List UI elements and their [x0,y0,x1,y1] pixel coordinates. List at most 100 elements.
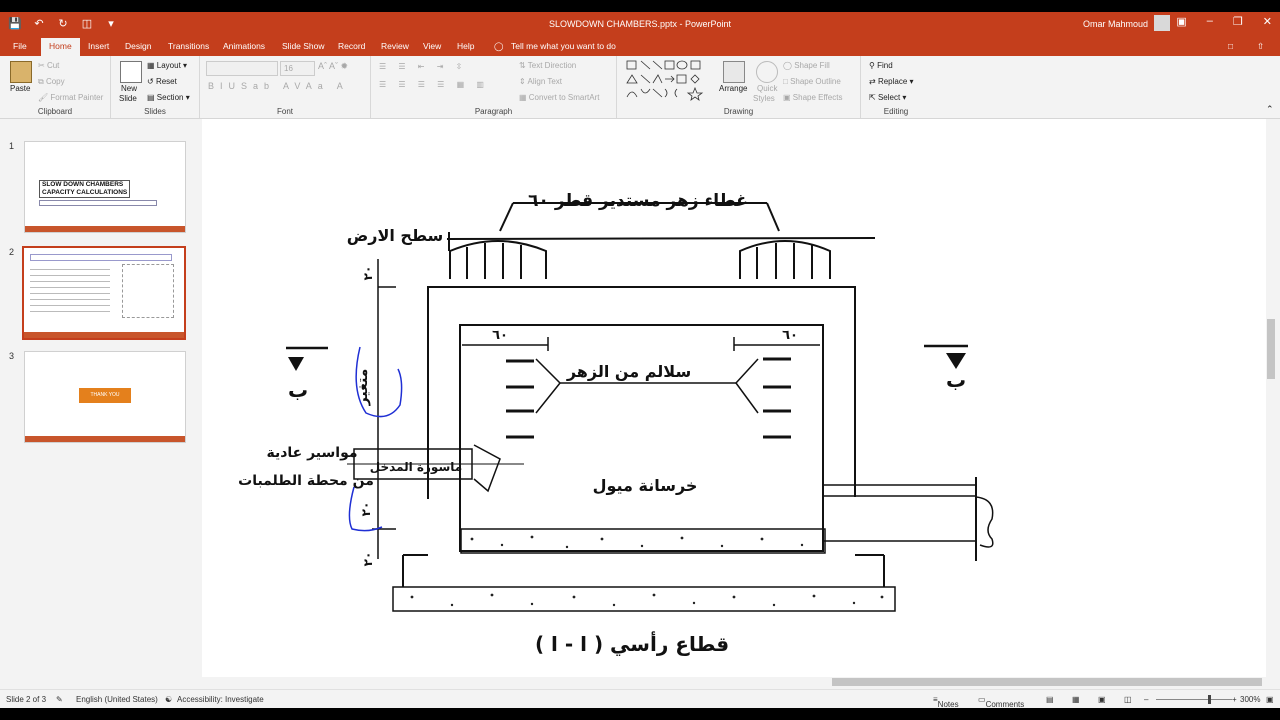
paste-icon[interactable] [10,61,32,83]
close-icon[interactable]: ✕ [1263,15,1272,28]
tab-slide-show[interactable]: Slide Show [282,41,325,51]
minimize-icon[interactable]: – [1207,15,1213,28]
label-dim-bottom: ٢٠ [361,552,375,567]
clipboard-label: Clipboard [37,107,73,116]
format-painter-button[interactable]: 🖌 Format Painter [38,93,103,102]
tab-home[interactable]: Home [41,38,80,57]
align-text-label: Align Text [527,77,563,86]
slide-thumbnail-2[interactable] [22,246,186,340]
shape-fill-button[interactable]: ◯ Shape Fill [783,61,830,70]
tell-me-search[interactable]: Tell me what you want to do [511,41,616,51]
tab-animations[interactable]: Animations [223,41,265,51]
tab-insert[interactable]: Insert [88,41,109,51]
label-concrete: خرسانة ميول [593,476,698,495]
font-size-box[interactable]: 16 [280,61,315,76]
shape-effects-label: Shape Effects [792,93,843,102]
arrange-icon[interactable] [723,61,745,83]
cut-label: Cut [46,61,60,70]
comments-button[interactable]: ▭ Comments [978,695,1024,708]
align-text-button[interactable]: ⇕ Align Text [519,77,562,86]
clipboard-group: Paste ✂ Cut ⧉ Copy 🖌 Format Painter Clip… [0,56,111,118]
tab-record[interactable]: Record [338,41,365,51]
slide-counter: Slide 2 of 3 [6,695,47,704]
avatar[interactable] [1154,15,1170,31]
normal-view-icon[interactable]: ▤ [1046,695,1054,704]
font-grow-icon[interactable]: Aˆ Aˇ ✹ [318,61,348,72]
font-name-box[interactable] [206,61,278,76]
font-style-buttons[interactable]: BIUSab AVAa A [208,81,349,91]
title-bar: 💾 ↶ ↻ ◫ ▾ SLOWDOWN CHAMBERS.pptx - Power… [0,12,1280,36]
select-button[interactable]: ⇱ Select ▾ [869,93,906,102]
new-slide-button-2[interactable]: Slide [119,94,137,103]
user-name[interactable]: Omar Mahmoud [1083,19,1148,29]
section-arrow-left [288,357,304,371]
quick-styles-icon[interactable] [756,61,778,83]
quick-styles-button-2[interactable]: Styles [753,94,775,103]
vertical-scrollbar[interactable] [1266,119,1276,667]
label-dim-right: ٦٠ [782,328,798,343]
base-slab [392,586,896,612]
horizontal-scrollbar[interactable] [202,677,1266,687]
label-cover: غطاء زهر مستدير قطر ٦٠ [528,191,748,211]
find-button[interactable]: ⚲ Find [869,61,893,70]
find-label: Find [877,61,893,70]
language-indicator[interactable]: English (United States) [76,695,158,704]
tab-design[interactable]: Design [125,41,151,51]
format-painter-label: Format Painter [50,93,104,102]
vertical-scroll-thumb[interactable] [1267,319,1275,379]
tab-review[interactable]: Review [381,41,409,51]
slideshow-view-icon[interactable]: ◫ [1124,695,1132,704]
tab-view[interactable]: View [423,41,441,51]
new-slide-button[interactable]: New [121,84,137,93]
layout-button[interactable]: ▦ Layout ▾ [147,61,187,70]
restore-icon[interactable]: ❐ [1233,15,1243,28]
horizontal-scroll-thumb[interactable] [832,678,1262,686]
spelling-icon[interactable]: ✎ [56,695,63,704]
zoom-slider-handle[interactable] [1208,695,1211,704]
quick-styles-button[interactable]: Quick [757,84,777,93]
comments-icon[interactable]: □ [1228,41,1233,51]
ribbon-display-icon[interactable]: ▣ [1176,15,1186,28]
shape-outline-button[interactable]: □ Shape Outline [783,77,841,86]
align-buttons[interactable]: ☰ ☰ ☰ ☰ ▦ ▥ [379,80,489,89]
copy-button[interactable]: ⧉ Copy [38,77,65,87]
zoom-in-icon[interactable]: + [1232,695,1237,704]
text-direction-button[interactable]: ⇅ Text Direction [519,61,576,70]
shape-effects-button[interactable]: ▣ Shape Effects [783,93,842,102]
slide-thumbnail-1[interactable]: SLOW DOWN CHAMBERS CAPACITY CALCULATIONS [24,141,186,233]
notes-button[interactable]: ≡ Notes [933,695,959,708]
reading-view-icon[interactable]: ▣ [1098,695,1106,704]
shapes-gallery[interactable] [625,59,713,101]
zoom-slider[interactable] [1156,699,1232,700]
tab-file[interactable]: File [13,41,27,51]
new-slide-icon[interactable] [120,61,142,83]
arrange-button[interactable]: Arrange [719,84,747,93]
fit-to-window-icon[interactable]: ▣ [1266,695,1274,704]
section-button[interactable]: ▤ Section ▾ [147,93,190,102]
accessibility-status[interactable]: Accessibility: Investigate [177,695,264,704]
manhole-right [739,240,831,279]
convert-smartart-button[interactable]: ▦ Convert to SmartArt [519,93,599,102]
slide-thumbnail-3[interactable]: THANK YOU [24,351,186,443]
outer-wall [427,286,856,499]
slide-canvas[interactable]: غطاء زهر مستدير قطر ٦٠ سطح الارض سلالم م… [202,119,1266,687]
reset-button[interactable]: ↺ Reset [147,77,177,86]
tab-help[interactable]: Help [457,41,474,51]
powerpoint-window: 💾 ↶ ↻ ◫ ▾ SLOWDOWN CHAMBERS.pptx - Power… [0,12,1280,708]
zoom-out-icon[interactable]: – [1144,695,1148,704]
cut-button[interactable]: ✂ Cut [38,61,59,70]
ladder-leader-right [735,358,759,414]
list-buttons[interactable]: ☰ ☰ ⇤ ⇥ ⇳ [379,62,467,71]
thumb-2-title [30,254,172,261]
slide-sorter-icon[interactable]: ▦ [1072,695,1080,704]
label-section-title: قطاع رأسي ( ا - ا ) [535,630,729,657]
slides-label: Slides [144,107,166,116]
share-icon[interactable]: ⇧ [1257,41,1264,52]
accessibility-icon: ☯ [165,695,173,704]
zoom-level[interactable]: 300% [1240,695,1260,704]
drawing-label: Drawing [723,107,754,116]
tab-transitions[interactable]: Transitions [168,41,209,51]
replace-button[interactable]: ⇄ Replace ▾ [869,77,914,86]
collapse-ribbon-icon[interactable]: ⌃ [1266,104,1274,115]
paste-button[interactable]: Paste [10,84,30,93]
